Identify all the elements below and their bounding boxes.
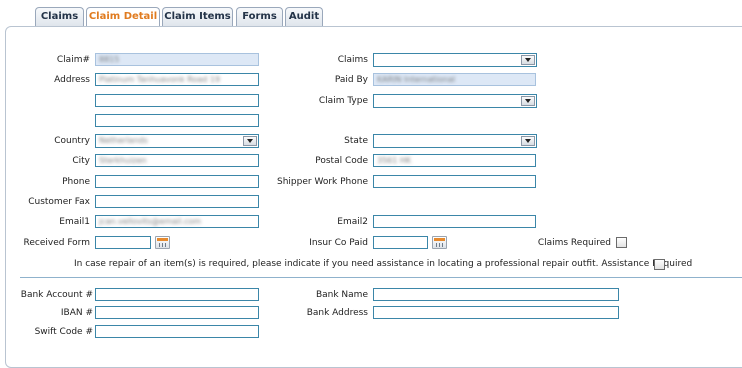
bank-name-field[interactable] [373,288,619,301]
bank-account-field[interactable] [95,288,259,301]
city-label: City [72,156,90,166]
address-line3-field[interactable] [95,114,259,127]
bank-address-field[interactable] [373,306,619,319]
state-select[interactable] [373,134,537,148]
country-select[interactable]: Netherlands [95,134,259,148]
country-value: Netherlands [99,136,148,145]
email1-value: jcan.vellovits@email.com [99,217,202,226]
swift-code-field[interactable] [95,325,259,338]
paid-by-field[interactable]: KARIN International [373,73,536,86]
postal-code-value: 3561 HK [377,156,412,165]
swift-code-label: Swift Code # [34,327,93,337]
postal-code-label: Postal Code [315,156,368,166]
paid-by-label: Paid By [334,75,368,85]
city-field[interactable]: Sterkhuizen [95,154,259,167]
chevron-down-icon[interactable] [521,136,535,146]
bank-name-label: Bank Name [315,290,368,300]
assistance-required-checkbox[interactable] [654,259,665,270]
iban-label: IBAN # [60,308,93,318]
postal-code-field[interactable]: 3561 HK [373,154,536,167]
iban-field[interactable] [95,306,259,319]
claims-select[interactable] [373,53,537,67]
calendar-icon[interactable] [155,236,170,249]
claim-type-label: Claim Type [318,96,368,106]
email2-label: Email2 [337,217,368,227]
paid-by-value: KARIN International [377,75,456,84]
chevron-down-icon[interactable] [243,136,257,146]
calendar-icon[interactable] [432,236,447,249]
tab-claims[interactable]: Claims [35,7,84,26]
tab-audit[interactable]: Audit [285,7,323,26]
section-divider [20,277,742,278]
city-value: Sterkhuizen [99,156,147,165]
chevron-down-icon[interactable] [521,96,535,106]
customer-fax-field[interactable] [95,195,259,208]
email2-field[interactable] [373,215,536,228]
bank-address-label: Bank Address [306,308,368,318]
phone-label: Phone [62,177,90,187]
email1-field[interactable]: jcan.vellovits@email.com [95,215,259,228]
tab-bar: Claims Claim Detail Claim Items Forms Au… [0,0,742,28]
address-label: Address [54,75,90,85]
bank-account-label: Bank Account # [20,290,93,300]
address-value: Platinum Tanhuavonk Road 19 [99,75,221,84]
claim-number-value: 8815 [99,55,120,64]
insur-co-paid-label: Insur Co Paid [309,238,368,248]
email1-label: Email1 [59,217,90,227]
address-line1-field[interactable]: Platinum Tanhuavonk Road 19 [95,73,259,86]
phone-field[interactable] [95,175,259,188]
tab-forms[interactable]: Forms [236,7,283,26]
received-form-date-field[interactable] [95,236,151,249]
shipper-work-phone-field[interactable] [373,175,536,188]
claims-label: Claims [337,55,368,65]
assistance-note: In case repair of an item(s) is required… [74,259,693,269]
tab-claim-items[interactable]: Claim Items [162,7,233,26]
country-label: Country [54,136,90,146]
received-form-label: Received Form [23,238,90,248]
claims-required-checkbox[interactable] [616,237,627,248]
shipper-work-phone-label: Shipper Work Phone [277,177,368,187]
chevron-down-icon[interactable] [521,55,535,65]
tab-claim-detail[interactable]: Claim Detail [86,7,160,28]
customer-fax-label: Customer Fax [28,197,90,207]
claims-required-label: Claims Required [537,238,611,248]
insur-co-paid-date-field[interactable] [373,236,428,249]
state-label: State [344,136,368,146]
claim-number-field[interactable]: 8815 [95,53,259,66]
address-line2-field[interactable] [95,94,259,107]
claim-number-label: Claim# [56,55,90,65]
claim-type-select[interactable] [373,94,537,108]
